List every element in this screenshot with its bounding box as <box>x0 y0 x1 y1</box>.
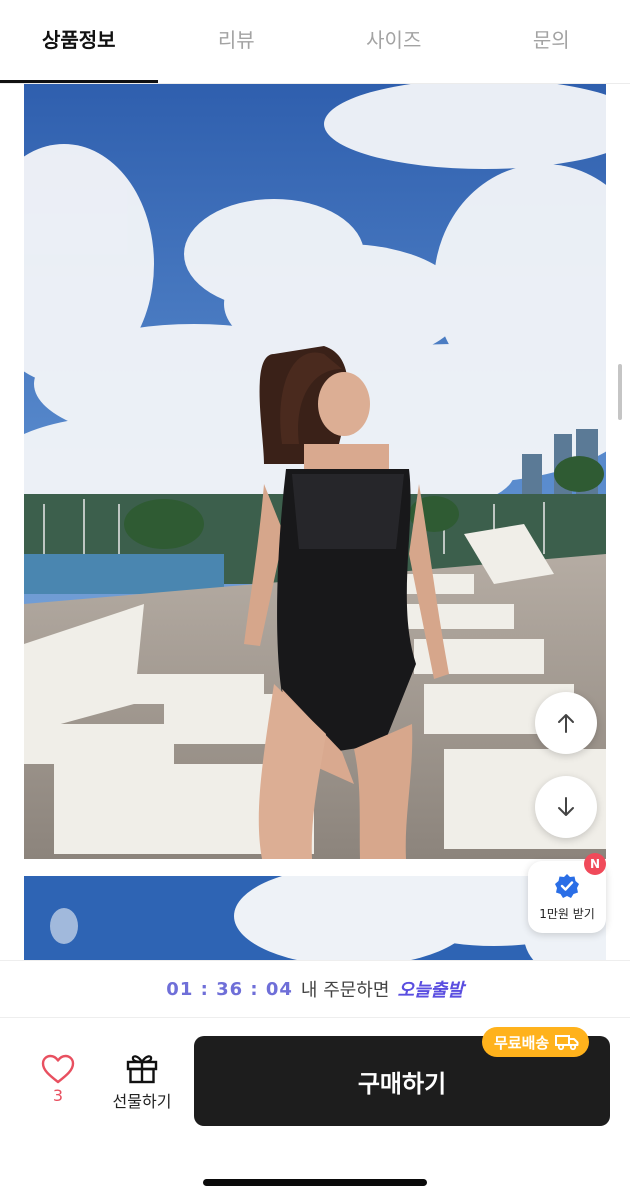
scroll-up-button[interactable] <box>535 692 597 754</box>
product-image-area <box>0 84 630 960</box>
delivery-countdown: 01 : 36 : 04 내 주문하면 오늘출발 <box>0 960 630 1018</box>
product-photo-next <box>24 876 606 960</box>
gift-button[interactable]: 선물하기 <box>104 1052 180 1122</box>
free-shipping-tag: 무료배송 <box>482 1027 590 1057</box>
scroll-down-button[interactable] <box>535 776 597 838</box>
tab-product-info[interactable]: 상품정보 <box>0 0 158 83</box>
product-detail-page: 상품정보 리뷰 사이즈 문의 1만원 받기 N 01: 36: 04 내 주… <box>0 0 630 1200</box>
product-photo <box>24 84 606 859</box>
product-tabs: 상품정보 리뷰 사이즈 문의 <box>0 0 630 84</box>
tab-reviews[interactable]: 리뷰 <box>158 0 316 83</box>
coupon-label: 1만원 받기 <box>539 906 595 921</box>
free-shipping-label: 무료배송 <box>494 1033 550 1052</box>
new-badge: N <box>584 853 606 875</box>
countdown-timer: 01 : 36 : 04 <box>166 978 293 1000</box>
tab-size[interactable]: 사이즈 <box>315 0 473 83</box>
same-day-shipping-text: 오늘출발 <box>397 980 464 1001</box>
gift-label: 선물하기 <box>112 1092 172 1111</box>
like-button[interactable]: 3 <box>28 1054 88 1124</box>
scrollbar[interactable] <box>618 364 622 420</box>
tab-inquiry[interactable]: 문의 <box>473 0 630 83</box>
truck-icon <box>555 1035 579 1051</box>
like-count: 3 <box>52 1086 64 1105</box>
home-indicator <box>203 1179 427 1186</box>
arrow-down-icon <box>558 797 574 816</box>
gift-icon <box>126 1055 158 1084</box>
bottom-action-bar: 3 선물하기 구매하기 무료배송 <box>0 1018 630 1200</box>
countdown-text: 내 주문하면 <box>300 980 390 1001</box>
arrow-up-icon <box>558 714 574 733</box>
verified-badge-icon <box>555 873 579 898</box>
heart-icon <box>41 1054 75 1084</box>
